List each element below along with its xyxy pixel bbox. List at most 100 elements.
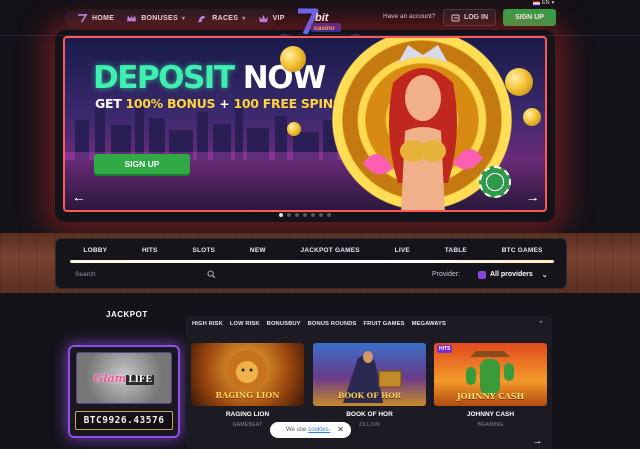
cookie-banner: We use cookies. ✕ bbox=[270, 422, 351, 438]
coin-image bbox=[280, 46, 306, 72]
search-placeholder: Search bbox=[75, 271, 96, 278]
nav-bonuses[interactable]: BONUSES ▾ bbox=[120, 9, 191, 27]
horse-icon bbox=[198, 15, 206, 22]
slide-dot[interactable] bbox=[327, 213, 331, 217]
cookie-text: We use bbox=[286, 427, 307, 433]
filter-fruit-games[interactable]: FRUIT GAMES bbox=[364, 321, 405, 327]
nav-vip[interactable]: VIP bbox=[252, 9, 291, 27]
tab-lobby[interactable]: LOBBY bbox=[83, 247, 107, 254]
tab-slots[interactable]: SLOTS bbox=[192, 247, 215, 254]
nav-vip-label: VIP bbox=[272, 14, 285, 22]
game-provider: BGAMING bbox=[477, 422, 504, 428]
next-games-arrow-icon[interactable]: 🠒 bbox=[534, 437, 541, 449]
search-input[interactable] bbox=[68, 266, 278, 283]
game-art-title: JOHNNY CASH bbox=[456, 391, 525, 401]
coin-image bbox=[505, 68, 533, 96]
nav-races[interactable]: RACES ▾ bbox=[191, 9, 251, 27]
game-art-title: BOOK OF HOR bbox=[338, 391, 401, 400]
slide-dot[interactable] bbox=[319, 213, 323, 217]
filter-bonusbuy[interactable]: BONUSBUY bbox=[267, 321, 301, 327]
nav-home-label: HOME bbox=[92, 14, 115, 22]
tab-btc-games[interactable]: BTC GAMES bbox=[502, 247, 543, 254]
filter-high-risk[interactable]: HIGH RISK bbox=[192, 321, 223, 327]
game-title[interactable]: RAGING LION bbox=[191, 411, 304, 418]
svg-text:bit: bit bbox=[315, 12, 330, 24]
next-slide-arrow-icon[interactable]: 🠒 bbox=[528, 191, 538, 210]
category-underline-bar bbox=[70, 260, 554, 263]
hero-signup-button[interactable]: SIGN UP bbox=[94, 154, 190, 174]
jackpot-title: JACKPOT bbox=[106, 310, 148, 319]
game-tile-raging-lion[interactable]: RAGING LION bbox=[191, 343, 304, 406]
chevron-down-icon: ⌄ bbox=[541, 271, 548, 279]
slide-indicators bbox=[279, 213, 331, 217]
coin-image bbox=[523, 108, 541, 126]
hero-banner[interactable]: DEPOSIT NOW GET 100% BONUS + 100 FREE SP… bbox=[63, 36, 547, 212]
game-tile-johnny-cash[interactable]: HITS JOHNNY CASH bbox=[434, 343, 547, 406]
tab-new[interactable]: NEW bbox=[250, 247, 266, 254]
provider-select[interactable]: All providers ⌄ bbox=[470, 266, 556, 283]
games-panel: HIGH RISK LOW RISK BONUSBUY BONUS ROUNDS… bbox=[186, 316, 552, 449]
hero-subtitle-plus: + bbox=[215, 96, 234, 111]
main-nav: HOME BONUSES ▾ RACES ▾ VIP bbox=[65, 9, 284, 27]
chevron-down-icon: ▾ bbox=[242, 15, 246, 22]
slide-dot[interactable] bbox=[311, 213, 315, 217]
login-button[interactable]: LOG IN bbox=[443, 9, 496, 26]
filter-megaways[interactable]: MEGAWAYS bbox=[412, 321, 446, 327]
jackpot-game-image: Glam LIFE bbox=[76, 352, 172, 404]
game-art-title: RAGING LION bbox=[215, 390, 280, 400]
chevron-down-icon: ▾ bbox=[551, 0, 555, 6]
provider-value: All providers bbox=[490, 271, 533, 278]
hits-badge: HITS bbox=[437, 345, 453, 353]
game-title[interactable]: JOHNNY CASH bbox=[434, 411, 547, 418]
chevron-down-icon: ▾ bbox=[181, 15, 186, 22]
jackpot-card[interactable]: Glam LIFE BTC9926.43576 bbox=[68, 345, 180, 438]
slide-dot[interactable] bbox=[287, 213, 291, 217]
tab-table[interactable]: TABLE bbox=[445, 247, 467, 254]
page: { "nav": { "items": [ {"label": "HOME", … bbox=[0, 0, 640, 449]
jackpot-logo-word2: LIFE bbox=[126, 374, 155, 385]
tab-jackpot-games[interactable]: JACKPOT GAMES bbox=[301, 247, 360, 254]
provider-icon bbox=[478, 270, 486, 279]
language-label: EN bbox=[542, 0, 550, 6]
slide-dot[interactable] bbox=[279, 213, 283, 217]
hero-signup-label: SIGN UP bbox=[124, 159, 160, 169]
hero-subtitle-prefix: GET bbox=[95, 96, 126, 111]
tab-live[interactable]: LIVE bbox=[395, 247, 410, 254]
vip-crown-icon bbox=[258, 14, 268, 22]
flag-icon bbox=[533, 0, 540, 6]
jackpot-game-logo: Glam LIFE bbox=[93, 371, 155, 385]
jackpot-logo-word1: Glam bbox=[93, 371, 127, 385]
filter-bonus-rounds[interactable]: BONUS ROUNDS bbox=[308, 321, 357, 327]
signup-button[interactable]: SIGN UP bbox=[503, 9, 556, 26]
close-icon[interactable]: ✕ bbox=[337, 425, 344, 434]
provider-label: Provider: bbox=[432, 271, 461, 278]
login-label: LOG IN bbox=[463, 14, 489, 21]
prev-slide-arrow-icon[interactable]: 🠐 bbox=[74, 191, 84, 210]
crown-icon bbox=[127, 14, 137, 21]
game-filters: HIGH RISK LOW RISK BONUSBUY BONUS ROUNDS… bbox=[192, 321, 446, 327]
filter-low-risk[interactable]: LOW RISK bbox=[230, 321, 260, 327]
nav-bonuses-label: BONUSES bbox=[141, 14, 178, 22]
signup-label: SIGN UP bbox=[515, 14, 544, 21]
search-icon[interactable] bbox=[207, 270, 216, 279]
language-selector[interactable]: EN ▾ bbox=[533, 0, 554, 6]
hero-title-deposit: DEPOSIT bbox=[93, 60, 235, 96]
category-panel: LOBBY HITS SLOTS NEW JACKPOT GAMES LIVE … bbox=[55, 238, 567, 289]
category-tabs: LOBBY HITS SLOTS NEW JACKPOT GAMES LIVE … bbox=[66, 243, 560, 258]
login-icon bbox=[451, 14, 460, 21]
hero-subtitle-spins: 100 FREE SPINS bbox=[233, 96, 342, 111]
tab-hits[interactable]: HITS bbox=[142, 247, 158, 254]
hero-subtitle: GET 100% BONUS + 100 FREE SPINS bbox=[95, 96, 342, 111]
hero-subtitle-bonus: 100% BONUS bbox=[125, 96, 216, 111]
slide-dot[interactable] bbox=[303, 213, 307, 217]
coin-image bbox=[287, 122, 301, 136]
have-account-text: Have an account? bbox=[383, 13, 436, 20]
collapse-chevron-icon[interactable]: ⌃ bbox=[538, 320, 544, 328]
game-tile-book-of-hor[interactable]: BOOK OF HOR bbox=[313, 343, 426, 406]
nav-home[interactable]: HOME bbox=[71, 9, 120, 27]
slide-dot[interactable] bbox=[295, 213, 299, 217]
seven-icon bbox=[78, 13, 88, 23]
nav-races-label: RACES bbox=[212, 14, 239, 22]
game-title[interactable]: BOOK OF HOR bbox=[313, 411, 426, 418]
cookie-link[interactable]: cookies. bbox=[308, 427, 330, 433]
